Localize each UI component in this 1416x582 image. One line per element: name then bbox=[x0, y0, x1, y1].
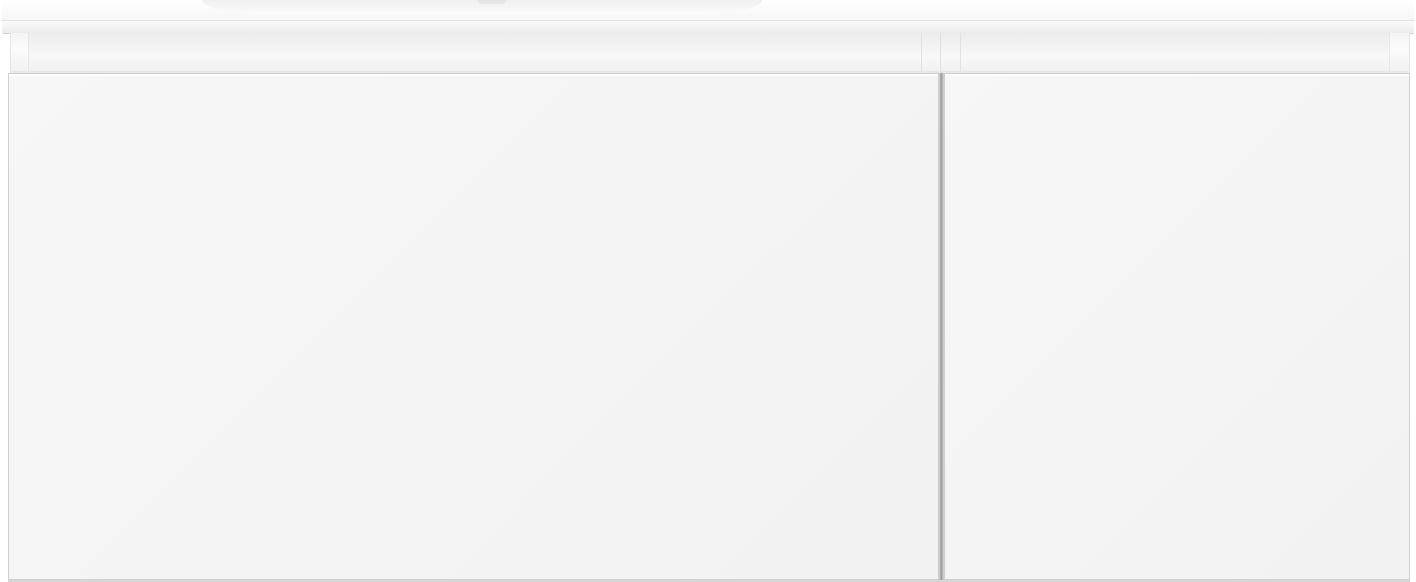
drawer-top-highlight bbox=[945, 74, 1409, 76]
right-drawer bbox=[944, 73, 1410, 580]
countertop-front-edge bbox=[2, 20, 1414, 33]
rail-divider-center bbox=[940, 33, 941, 73]
vanity-scene bbox=[0, 0, 1416, 582]
grip-recess bbox=[28, 33, 1390, 73]
rail-divider-left bbox=[921, 33, 922, 73]
faucet-hole bbox=[478, 0, 506, 4]
rail-divider-right bbox=[960, 33, 961, 73]
countertop bbox=[2, 0, 1414, 33]
drawer-top-highlight bbox=[9, 74, 938, 76]
left-drawer bbox=[8, 73, 939, 580]
